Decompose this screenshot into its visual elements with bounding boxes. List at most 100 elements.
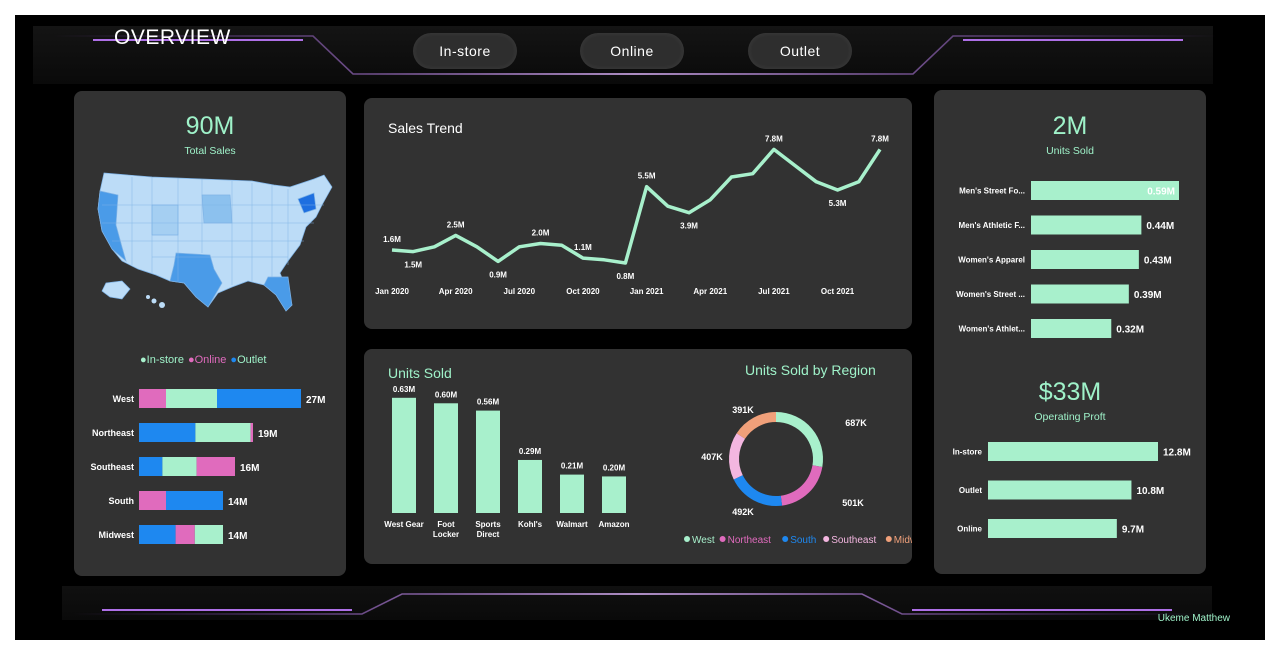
region-label-west: West — [113, 394, 134, 404]
retailer-category-label: Sports — [475, 520, 501, 529]
product-category-label: Men's Street Fo... — [959, 187, 1025, 196]
sales-trend-x-tick: Jul 2020 — [504, 287, 536, 296]
channel-legend: ●In-store ●Online ●Outlet — [140, 354, 266, 366]
profit-value-label: 10.8M — [1136, 486, 1164, 497]
operating-profit-label: Operating Proft — [1034, 411, 1106, 423]
retailer-value-label: 0.29M — [519, 447, 542, 456]
retailer-value-label: 0.63M — [393, 385, 416, 394]
region-total-label: 14M — [228, 531, 247, 542]
product-value-label: 0.44M — [1146, 221, 1174, 232]
product-bar[interactable] — [1031, 215, 1142, 235]
product-bar[interactable] — [1031, 284, 1129, 304]
retailer-value-label: 0.60M — [435, 390, 458, 399]
donut-slice-midwest[interactable] — [736, 412, 776, 439]
tab-in-store[interactable]: In-store — [413, 33, 517, 69]
region-total-label: 19M — [258, 429, 277, 440]
region-bar-southeast-in-store[interactable] — [162, 457, 197, 476]
region-label-south: South — [109, 496, 135, 506]
region-bar-southeast-outlet[interactable] — [139, 457, 163, 476]
donut-value-label: 407K — [701, 452, 723, 462]
region-bar-west-in-store[interactable] — [166, 389, 217, 408]
retailer-category-label: Amazon — [598, 520, 629, 529]
region-bar-west-outlet[interactable] — [217, 389, 301, 408]
author-signature: Ukeme Matthew — [1157, 613, 1230, 624]
legend-instore[interactable]: ●In-store — [140, 354, 184, 366]
region-bar-south-outlet[interactable] — [166, 491, 223, 510]
region-label-northeast: Northeast — [92, 428, 134, 438]
donut-legend-marker — [719, 536, 726, 542]
profit-bar[interactable] — [988, 519, 1117, 538]
sales-trend-data-label: 7.8M — [871, 134, 889, 143]
sales-trend-data-label: 1.5M — [404, 261, 422, 270]
product-value-label: 0.59M — [1147, 187, 1175, 198]
retailer-bar[interactable] — [476, 410, 500, 513]
donut-legend-label[interactable]: Midwest — [894, 535, 912, 546]
operating-profit-value: $33M — [1038, 378, 1102, 406]
retailer-bar[interactable] — [392, 397, 416, 513]
region-bar-west-online[interactable] — [139, 389, 166, 408]
sales-trend-x-tick: Jul 2021 — [758, 287, 790, 296]
donut-slice-southeast[interactable] — [729, 433, 746, 480]
sales-trend-data-label: 5.3M — [829, 199, 847, 208]
donut-legend-label[interactable]: South — [790, 535, 816, 546]
region-bar-midwest-outlet[interactable] — [139, 525, 176, 544]
donut-legend-label[interactable]: Northeast — [728, 535, 772, 546]
region-bar-south-online[interactable] — [139, 491, 166, 510]
retailer-bar[interactable] — [602, 476, 626, 513]
sales-trend-data-label: 2.0M — [532, 229, 550, 238]
profit-bar[interactable] — [988, 442, 1158, 461]
region-bar-northeast-online[interactable] — [250, 423, 253, 442]
region-bar-northeast-outlet[interactable] — [139, 423, 196, 442]
sales-trend-chart: 1.6M 1.5M 2.5M 0.9M 2.0M 1.1M 0.8M 5.5M 3.9M 7.8M… — [375, 134, 889, 296]
region-bar-northeast-in-store[interactable] — [195, 423, 251, 442]
sales-trend-data-label: 5.5M — [638, 172, 656, 181]
profit-value-label: 9.7M — [1122, 525, 1144, 536]
legend-online[interactable]: ●Online — [188, 354, 226, 366]
units-sold-kpi-label: Units Sold — [1046, 145, 1094, 157]
donut-legend-label[interactable]: Southeast — [831, 535, 876, 546]
retailer-category-label: Direct — [477, 530, 500, 539]
region-bar-southeast-online[interactable] — [196, 457, 235, 476]
sales-trend-data-label: 1.6M — [383, 235, 401, 244]
tab-outlet[interactable]: Outlet — [748, 33, 852, 69]
sales-trend-x-tick: Apr 2021 — [693, 287, 727, 296]
product-value-label: 0.32M — [1116, 325, 1144, 336]
donut-legend-marker — [823, 536, 830, 542]
donut-legend-marker — [885, 536, 892, 542]
product-bar[interactable] — [1031, 250, 1139, 269]
donut-slice-west[interactable] — [776, 412, 823, 468]
product-bar[interactable] — [1031, 319, 1112, 338]
donut-slice-south[interactable] — [733, 475, 783, 506]
tab-online[interactable]: Online — [580, 33, 684, 69]
donut-legend-label[interactable]: West — [692, 535, 715, 546]
donut-value-label: 492K — [732, 507, 754, 517]
sales-trend-x-tick: Oct 2020 — [566, 287, 600, 296]
donut-value-label: 391K — [732, 405, 754, 415]
footer-glow-decoration — [72, 593, 1202, 615]
total-sales-label: Total Sales — [184, 145, 236, 157]
units-by-product-chart: Men's Street Fo... 0.59M Men's Athletic F.… — [956, 181, 1179, 338]
product-category-label: Women's Street ... — [956, 290, 1025, 299]
region-bar-midwest-online[interactable] — [175, 525, 195, 544]
us-map-icon[interactable] — [92, 165, 337, 315]
sales-trend-data-label: 0.8M — [616, 272, 634, 281]
retailer-value-label: 0.21M — [561, 462, 584, 471]
retailer-category-label: Locker — [433, 530, 459, 539]
retailer-bar[interactable] — [518, 459, 542, 513]
sales-trend-data-label: 7.8M — [765, 134, 783, 143]
sales-trend-line[interactable] — [391, 147, 882, 265]
profit-bar[interactable] — [988, 480, 1132, 500]
sales-trend-x-tick: Oct 2021 — [821, 287, 855, 296]
retailer-category-label: Foot — [437, 520, 455, 529]
retailer-bar[interactable] — [560, 474, 584, 513]
legend-outlet[interactable]: ●Outlet — [230, 354, 266, 366]
product-category-label: Women's Apparel — [958, 256, 1025, 265]
donut-value-label: 501K — [842, 498, 864, 508]
sales-trend-x-tick: Apr 2020 — [439, 287, 473, 296]
donut-slice-northeast[interactable] — [780, 465, 823, 506]
retailer-bar[interactable] — [434, 403, 458, 513]
units-by-retailer-chart: 0.63M West Gear 0.60M FootLocker 0.56M Sports… — [384, 385, 629, 539]
region-bar-midwest-in-store[interactable] — [194, 525, 223, 544]
profit-category-label: Online — [957, 525, 982, 534]
donut-value-label: 687K — [845, 418, 867, 428]
